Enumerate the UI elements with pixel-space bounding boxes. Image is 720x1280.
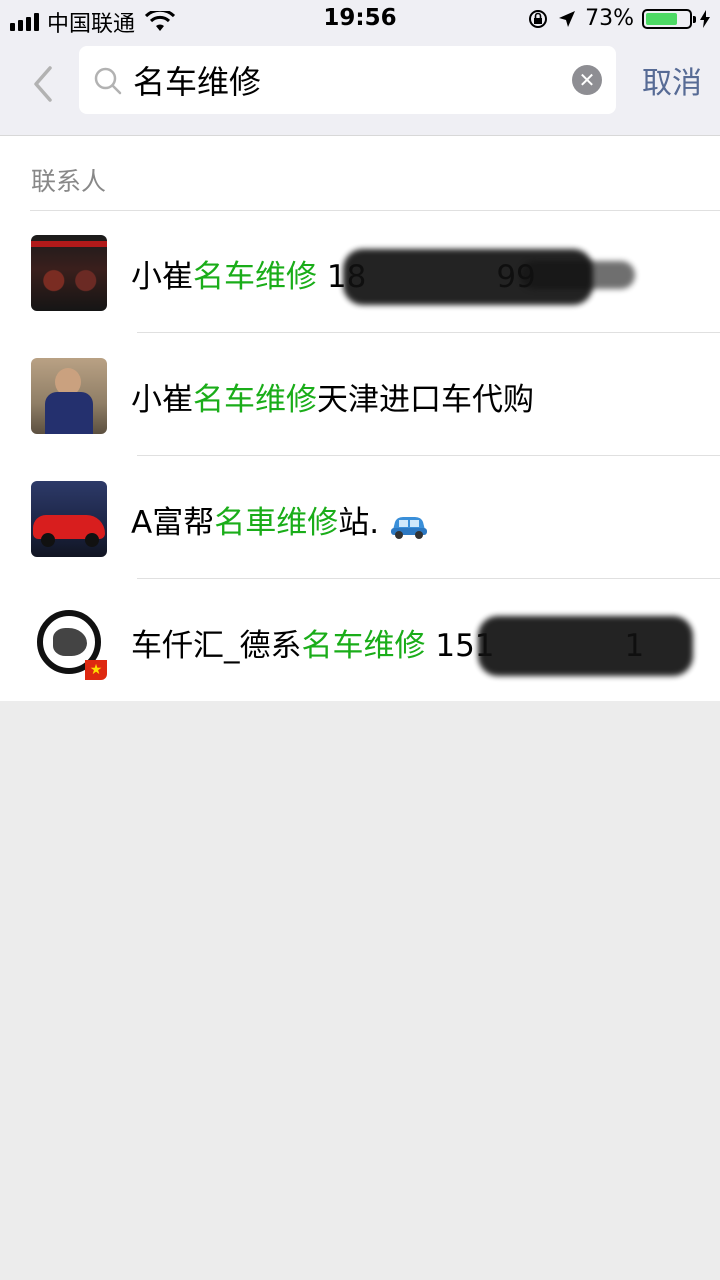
avatar bbox=[31, 235, 107, 311]
rotation-lock-icon bbox=[529, 9, 548, 28]
contact-name-prefix: A富帮 bbox=[131, 505, 215, 541]
redaction-mark bbox=[520, 261, 635, 289]
search-box[interactable]: ✕ bbox=[79, 46, 616, 114]
avatar: ★ bbox=[31, 604, 107, 680]
search-input[interactable] bbox=[133, 56, 553, 104]
section-title: 联系人 bbox=[31, 167, 107, 196]
back-chevron-icon[interactable] bbox=[26, 60, 60, 108]
redaction-mark bbox=[478, 616, 693, 676]
contact-name-prefix: 小崔 bbox=[131, 382, 193, 418]
clear-icon[interactable]: ✕ bbox=[572, 65, 602, 95]
search-header: ✕ 取消 bbox=[0, 38, 720, 136]
location-arrow-icon bbox=[559, 10, 576, 27]
car-emoji-icon bbox=[390, 516, 427, 539]
cancel-button[interactable]: 取消 bbox=[642, 58, 702, 102]
contact-name-highlight: 名车维修 bbox=[193, 259, 317, 295]
avatar bbox=[31, 358, 107, 434]
battery-percent: 73% bbox=[585, 6, 634, 31]
list-item[interactable]: ★ 车仟汇_德系名车维修 1511 bbox=[0, 580, 720, 702]
list-item[interactable]: 小崔名车维修 1899 bbox=[0, 211, 720, 333]
contact-name-suffix: 站. bbox=[338, 505, 380, 541]
contact-name-suffix: 天津进口车代购 bbox=[317, 382, 534, 418]
list-item[interactable]: 小崔名车维修天津进口车代购 bbox=[0, 334, 720, 456]
avatar bbox=[31, 481, 107, 557]
china-flag-icon: ★ bbox=[85, 660, 107, 680]
search-results: 联系人 小崔名车维修 1899 小崔名车维修天津进口车代购 A富帮名車 bbox=[0, 136, 720, 701]
contact-name-highlight: 名车维修 bbox=[301, 628, 426, 664]
contact-name-prefix: 车仟汇_德系 bbox=[131, 628, 302, 664]
status-bar: 中国联通 19:56 73% bbox=[0, 0, 720, 38]
contact-name-highlight: 名車维修 bbox=[214, 505, 339, 541]
list-item[interactable]: A富帮名車维修站. bbox=[0, 457, 720, 579]
battery-icon bbox=[642, 8, 696, 29]
charging-bolt-icon bbox=[700, 9, 710, 28]
contact-name-highlight: 名车维修 bbox=[193, 382, 317, 418]
search-icon bbox=[94, 67, 122, 95]
contact-name-prefix: 小崔 bbox=[131, 259, 193, 295]
